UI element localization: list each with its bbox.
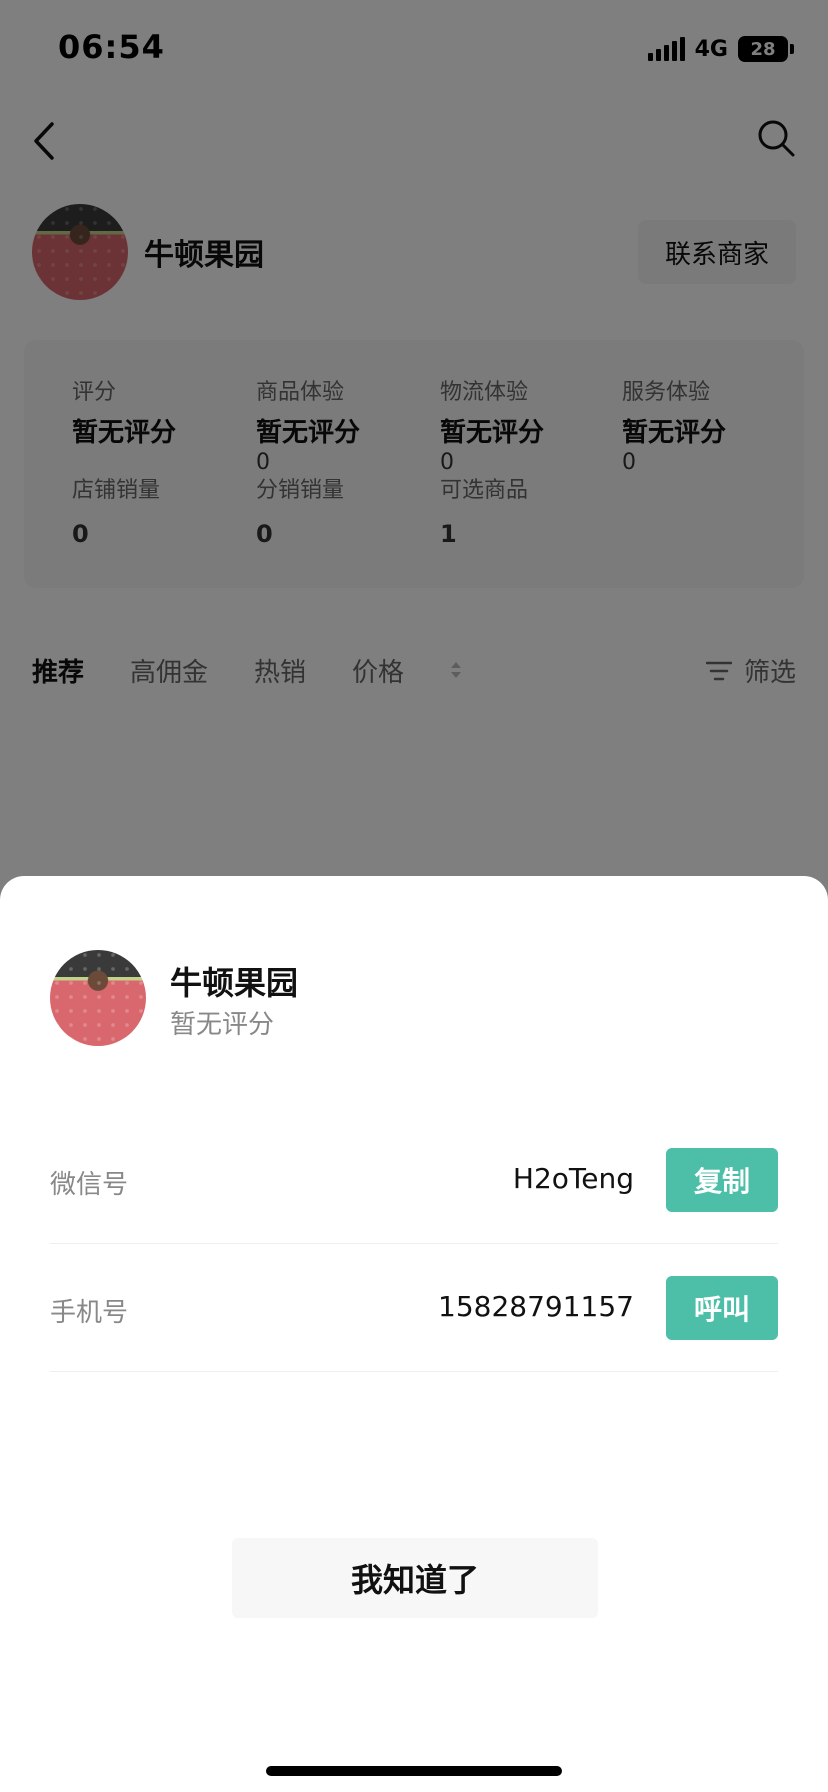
wechat-row: 微信号 H2oTeng 复制: [50, 1116, 778, 1244]
phone-row: 手机号 15828791157 呼叫: [50, 1244, 778, 1372]
copy-button[interactable]: 复制: [666, 1148, 778, 1212]
contact-bottom-sheet: 牛顿果园 暂无评分 微信号 H2oTeng 复制 手机号 15828791157…: [0, 876, 828, 1792]
sheet-shop-name: 牛顿果园: [170, 964, 299, 1002]
wechat-label: 微信号: [50, 1170, 129, 1200]
phone-label: 手机号: [50, 1298, 129, 1328]
sheet-rating: 暂无评分: [170, 1010, 275, 1040]
phone-value: 15828791157: [438, 1290, 634, 1323]
call-button[interactable]: 呼叫: [666, 1276, 778, 1340]
wechat-value: H2oTeng: [512, 1162, 634, 1195]
acknowledge-button[interactable]: 我知道了: [232, 1538, 598, 1618]
home-indicator[interactable]: [266, 1766, 562, 1776]
sheet-avatar: [50, 950, 146, 1046]
